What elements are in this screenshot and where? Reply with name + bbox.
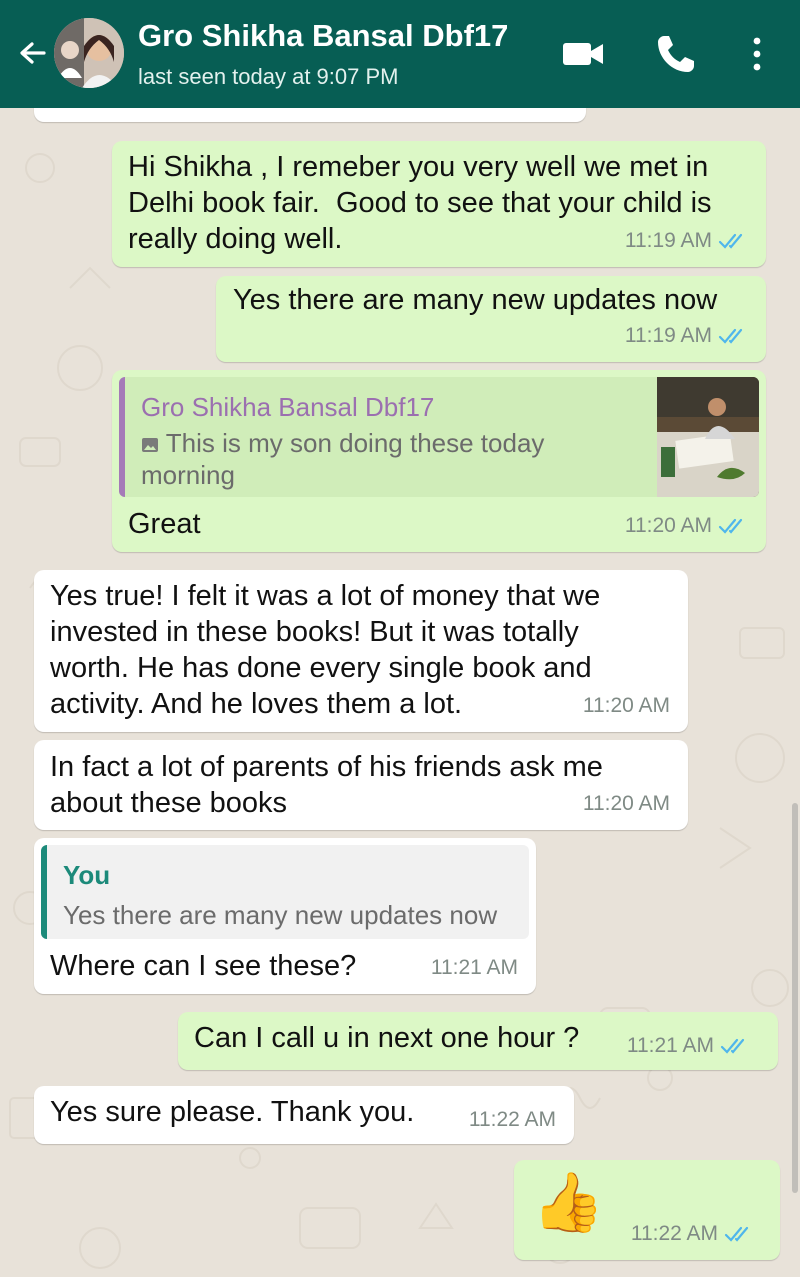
message-text: In fact a lot of parents of his friends … — [50, 751, 611, 819]
contact-avatar[interactable] — [54, 18, 124, 88]
message-text: Where can I see these? — [50, 950, 357, 982]
thumbs-up-emoji: 👍 — [532, 1168, 605, 1236]
contact-name[interactable]: Gro Shikha Bansal Dbf17 — [138, 18, 508, 54]
quoted-photo-thumbnail[interactable] — [657, 377, 759, 497]
message-time: 11:22 AM — [630, 1222, 718, 1245]
message-time: 11:22 AM — [468, 1108, 556, 1131]
message-time: 11:21 AM — [430, 956, 518, 979]
message-outgoing[interactable]: Hi Shikha , I remeber you very well we m… — [112, 141, 766, 267]
message-meta: 11:22 AM — [469, 1102, 556, 1138]
message-meta: 11:22 AM — [631, 1216, 754, 1252]
message-meta: 11:20 AM — [583, 688, 670, 724]
message-outgoing[interactable]: Can I call u in next one hour ? 11:21 AM — [178, 1012, 778, 1070]
double-check-read-icon — [724, 1226, 749, 1242]
message-incoming[interactable]: Yes true! I felt it was a lot of money t… — [34, 570, 688, 732]
quoted-message[interactable]: Gro Shikha Bansal Dbf17 This is my son d… — [119, 377, 759, 497]
message-incoming-reply[interactable]: You Yes there are many new updates now W… — [34, 838, 536, 994]
message-time: 11:19 AM — [624, 324, 712, 347]
message-meta: 11:21 AM — [627, 1028, 750, 1064]
phone-icon[interactable] — [652, 30, 700, 78]
back-arrow-icon[interactable] — [12, 34, 52, 74]
message-incoming[interactable]: Yes sure please. Thank you. 11:22 AM — [34, 1086, 574, 1144]
chat-area[interactable]: Hi Shikha , I remeber you very well we m… — [0, 108, 800, 1277]
message-text: Yes there are many new updates now — [233, 284, 718, 316]
message-outgoing-emoji[interactable]: 👍 11:22 AM — [514, 1160, 780, 1260]
message-text: Great — [128, 508, 201, 540]
double-check-read-icon — [718, 518, 743, 534]
double-check-read-icon — [718, 328, 743, 344]
message-meta: 11:20 AM — [583, 786, 670, 822]
quote-accent-bar — [119, 377, 125, 497]
chat-header: Gro Shikha Bansal Dbf17 last seen today … — [0, 0, 800, 108]
previous-message-fragment — [34, 108, 586, 122]
last-seen-status: last seen today at 9:07 PM — [138, 64, 399, 89]
quote-sender: You — [63, 860, 111, 890]
message-text: Can I call u in next one hour ? — [194, 1022, 580, 1054]
message-time: 11:20 AM — [624, 514, 712, 537]
quote-text-content: This is my son doing these today morning — [141, 428, 545, 490]
double-check-read-icon — [718, 233, 743, 249]
message-time: 11:20 AM — [582, 792, 670, 815]
double-check-read-icon — [720, 1038, 745, 1054]
quote-text: Yes there are many new updates now — [63, 900, 498, 930]
message-incoming[interactable]: In fact a lot of parents of his friends … — [34, 740, 688, 830]
photo-icon — [142, 438, 158, 452]
message-meta: 11:21 AM — [431, 950, 518, 986]
message-time: 11:21 AM — [626, 1034, 714, 1057]
more-vert-icon[interactable] — [740, 30, 788, 78]
video-call-icon[interactable] — [560, 30, 608, 78]
message-time: 11:20 AM — [582, 694, 670, 717]
quote-accent-bar — [41, 845, 47, 939]
scrollbar[interactable] — [792, 803, 798, 1193]
message-meta: 11:20 AM — [625, 508, 748, 544]
message-text: Yes sure please. Thank you. — [50, 1096, 415, 1128]
message-meta: 11:19 AM — [625, 223, 748, 259]
quote-text: This is my son doing these today morning — [141, 427, 581, 491]
quote-sender: Gro Shikha Bansal Dbf17 — [141, 392, 435, 422]
message-outgoing[interactable]: Yes there are many new updates now 11:19… — [216, 276, 766, 362]
message-text: Yes true! I felt it was a lot of money t… — [50, 580, 609, 720]
message-outgoing-reply[interactable]: Gro Shikha Bansal Dbf17 This is my son d… — [112, 370, 766, 552]
quoted-message[interactable]: You Yes there are many new updates now — [41, 845, 529, 939]
message-time: 11:19 AM — [624, 229, 712, 252]
message-meta: 11:19 AM — [625, 318, 748, 354]
